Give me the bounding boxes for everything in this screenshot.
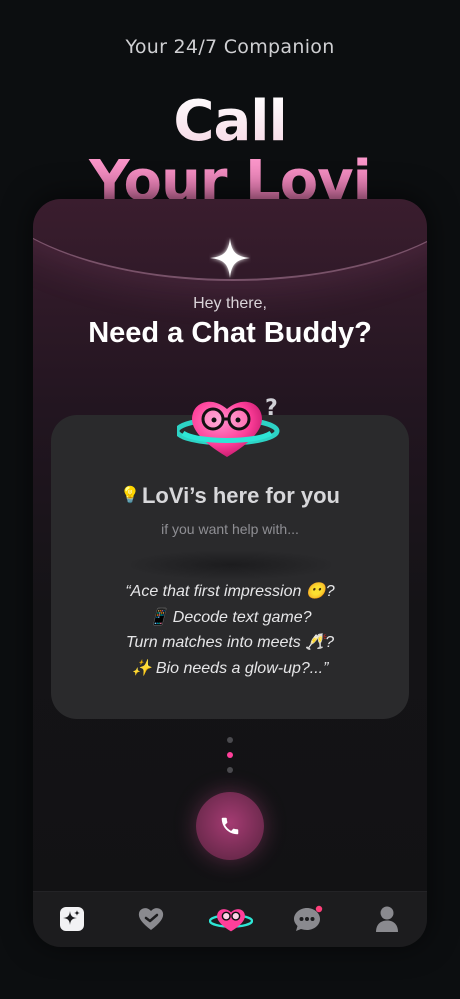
carousel-indicator — [226, 737, 234, 777]
tab-profile[interactable] — [372, 904, 402, 934]
tagline: Your 24/7 Companion — [125, 36, 335, 58]
sparkles-app-icon — [60, 907, 84, 931]
card-title: 💡LoVi’s here for you — [51, 483, 409, 509]
heart-icon — [138, 908, 164, 930]
tab-sparkles[interactable] — [57, 904, 87, 934]
phone-icon — [221, 817, 239, 835]
chat-bubble-icon — [294, 905, 323, 931]
suggestion-line: “Ace that first impression 😶? — [125, 583, 335, 600]
suggestion-quote: “Ace that first impression 😶? 📱 Decode t… — [51, 579, 409, 681]
phone-screen: Hey there, Need a Chat Buddy? 💡LoVi’s he… — [33, 199, 427, 947]
greeting-text: Hey there, — [193, 295, 267, 312]
sparkle-icon — [210, 238, 250, 278]
hero-title: Call Your Lovi — [0, 92, 460, 212]
suggestion-line: Turn matches into meets 🥂? — [125, 634, 335, 651]
tab-matches[interactable] — [136, 904, 166, 934]
profile-icon — [376, 906, 398, 932]
suggestion-line: 📱 Decode text game? — [148, 608, 312, 626]
tab-chats[interactable] — [293, 904, 323, 934]
carousel-dot[interactable] — [227, 767, 233, 773]
suggestion-line: ✨ Bio needs a glow-up?...” — [131, 659, 329, 677]
bottom-tab-bar — [33, 891, 427, 947]
call-button[interactable] — [196, 792, 264, 860]
lovi-mascot-icon: ? — [177, 396, 280, 457]
carousel-dot[interactable] — [227, 737, 233, 743]
carousel-dot-active[interactable] — [227, 752, 233, 758]
hero-title-line1: Call — [0, 92, 460, 152]
lightbulb-icon: 💡 — [120, 487, 140, 504]
card-title-text: LoVi’s here for you — [141, 483, 340, 508]
blurred-placeholder — [131, 551, 331, 579]
tab-lovi[interactable] — [209, 904, 253, 934]
svg-text:?: ? — [265, 396, 278, 421]
notification-badge — [315, 905, 323, 913]
card-subtitle: if you want help with... — [161, 521, 299, 537]
headline: Need a Chat Buddy? — [88, 317, 372, 349]
lovi-mascot-icon — [209, 909, 253, 932]
